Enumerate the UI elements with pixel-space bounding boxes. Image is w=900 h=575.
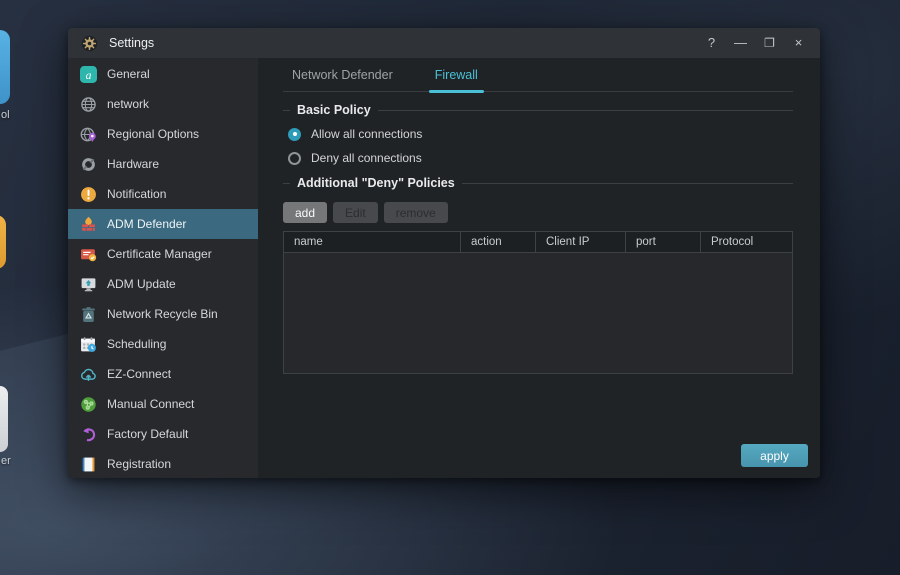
sidebar-item-label: Registration [107, 457, 171, 471]
column-header-action[interactable]: action [461, 232, 536, 252]
legend-text: Basic Policy [297, 103, 371, 117]
sidebar-item-label: Factory Default [107, 427, 188, 441]
tab-firewall[interactable]: Firewall [417, 58, 496, 91]
sidebar-item-label: ADM Update [107, 277, 176, 291]
sidebar-item-label: Manual Connect [107, 397, 194, 411]
desktop-app-icon[interactable] [0, 215, 6, 269]
certificate-manager-icon [80, 246, 97, 263]
sidebar-item-factory-default[interactable]: Factory Default [68, 419, 258, 449]
settings-sidebar: a General network Regional Options [68, 58, 258, 478]
settings-window: Settings ? — ❐ × a General network [68, 28, 820, 478]
sidebar-item-label: Scheduling [107, 337, 166, 351]
column-header-name[interactable]: name [284, 232, 461, 252]
tab-label: Firewall [435, 68, 478, 82]
radio-button[interactable] [288, 152, 301, 165]
desktop-app-label: ol [1, 109, 10, 121]
sidebar-item-certificate-manager[interactable]: Certificate Manager [68, 239, 258, 269]
radio-button[interactable] [288, 128, 301, 141]
adm-defender-icon [80, 216, 97, 233]
factory-default-icon [80, 426, 97, 443]
tab-label: Network Defender [292, 68, 393, 82]
tab-network-defender[interactable]: Network Defender [283, 58, 411, 91]
radio-allow-all-connections[interactable]: Allow all connections [288, 127, 793, 141]
sidebar-item-general[interactable]: a General [68, 59, 258, 89]
table-header-row: name action Client IP port Protocol [284, 232, 792, 253]
sidebar-item-label: Certificate Manager [107, 247, 212, 261]
titlebar[interactable]: Settings ? — ❐ × [68, 28, 820, 58]
sidebar-item-regional-options[interactable]: Regional Options [68, 119, 258, 149]
sidebar-item-adm-update[interactable]: ADM Update [68, 269, 258, 299]
notification-icon [80, 186, 97, 203]
network-icon [80, 96, 97, 113]
registration-icon [80, 456, 97, 473]
desktop-app-label: er [1, 455, 11, 467]
additional-deny-policies-legend: Additional "Deny" Policies [283, 176, 793, 190]
add-button[interactable]: add [283, 202, 327, 223]
column-header-port[interactable]: port [626, 232, 701, 252]
general-icon: a [80, 66, 97, 83]
network-recycle-bin-icon [80, 306, 97, 323]
close-icon[interactable]: × [790, 28, 807, 58]
sidebar-item-manual-connect[interactable]: Manual Connect [68, 389, 258, 419]
sidebar-item-network-recycle-bin[interactable]: Network Recycle Bin [68, 299, 258, 329]
sidebar-item-hardware[interactable]: Hardware [68, 149, 258, 179]
settings-gear-icon [81, 35, 98, 52]
sidebar-item-label: Regional Options [107, 127, 199, 141]
sidebar-item-label: EZ-Connect [107, 367, 171, 381]
regional-options-icon [80, 126, 97, 143]
column-header-client-ip[interactable]: Client IP [536, 232, 626, 252]
sidebar-item-label: Network Recycle Bin [107, 307, 218, 321]
radio-label: Deny all connections [311, 151, 422, 165]
scheduling-icon [80, 336, 97, 353]
legend-text: Additional "Deny" Policies [297, 176, 455, 190]
remove-button[interactable]: remove [384, 202, 448, 223]
sidebar-item-adm-defender[interactable]: ADM Defender [68, 209, 258, 239]
sidebar-item-label: Notification [107, 187, 166, 201]
svg-text:a: a [86, 68, 92, 81]
sidebar-item-label: Hardware [107, 157, 159, 171]
window-controls: ? — ❐ × [703, 28, 807, 58]
basic-policy-legend: Basic Policy [283, 103, 793, 117]
help-icon[interactable]: ? [703, 28, 720, 58]
table-body-empty [284, 253, 792, 373]
firewall-panel: Network Defender Firewall Basic Policy A… [258, 58, 820, 478]
tab-bar: Network Defender Firewall [283, 58, 793, 92]
sidebar-item-registration[interactable]: Registration [68, 449, 258, 479]
sidebar-item-notification[interactable]: Notification [68, 179, 258, 209]
minimize-icon[interactable]: — [732, 28, 749, 58]
adm-update-icon [80, 276, 97, 293]
maximize-icon[interactable]: ❐ [761, 28, 778, 58]
sidebar-item-network[interactable]: network [68, 89, 258, 119]
radio-label: Allow all connections [311, 127, 422, 141]
sidebar-item-ez-connect[interactable]: EZ-Connect [68, 359, 258, 389]
apply-button[interactable]: apply [741, 444, 808, 467]
sidebar-item-label: ADM Defender [107, 217, 186, 231]
window-title: Settings [109, 36, 154, 50]
radio-deny-all-connections[interactable]: Deny all connections [288, 151, 793, 165]
deny-policies-table: name action Client IP port Protocol [283, 231, 793, 374]
sidebar-item-label: network [107, 97, 149, 111]
manual-connect-icon [80, 396, 97, 413]
column-header-protocol[interactable]: Protocol [701, 232, 792, 252]
sidebar-item-label: General [107, 67, 150, 81]
desktop-app-icon[interactable] [0, 30, 10, 104]
hardware-icon [80, 156, 97, 173]
policy-toolbar: add Edit remove [283, 202, 793, 223]
desktop-app-icon[interactable] [0, 386, 8, 452]
ez-connect-icon [80, 366, 97, 383]
edit-button[interactable]: Edit [333, 202, 378, 223]
sidebar-item-scheduling[interactable]: Scheduling [68, 329, 258, 359]
